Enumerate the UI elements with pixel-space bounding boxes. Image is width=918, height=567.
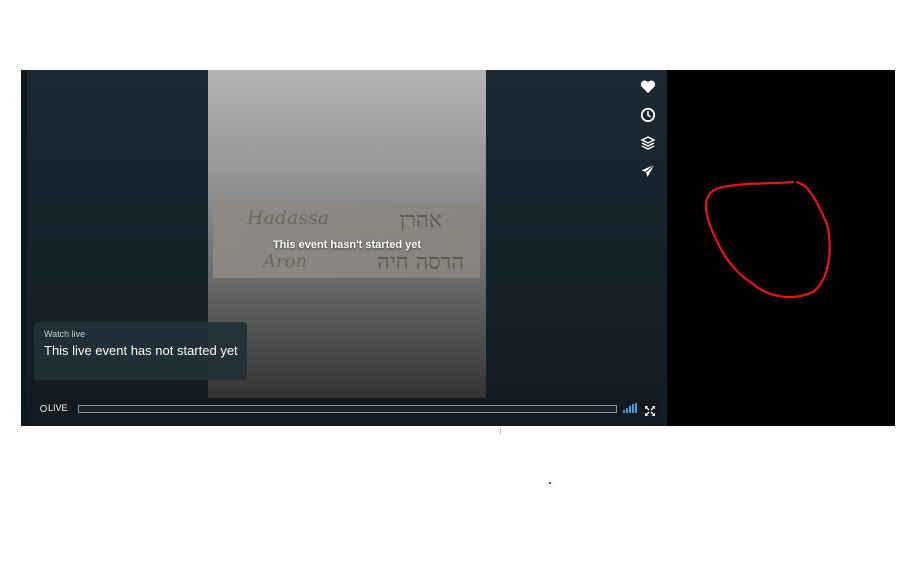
stray-tick-mark	[500, 428, 501, 434]
player-side-actions	[637, 76, 659, 188]
clock-icon[interactable]	[637, 104, 659, 126]
progress-bar[interactable]	[78, 405, 617, 413]
layers-icon[interactable]	[637, 132, 659, 154]
live-event-status-title: This live event has not started yet	[44, 343, 238, 358]
heart-icon[interactable]	[637, 76, 659, 98]
fullscreen-icon[interactable]	[644, 403, 656, 417]
live-label[interactable]: LIVE	[48, 403, 68, 413]
send-icon[interactable]	[637, 160, 659, 182]
watch-live-label: Watch live	[44, 329, 86, 339]
card-name-line-2: Aron	[263, 251, 308, 272]
card-hebrew-line-1: אהרן	[399, 208, 442, 233]
event-not-started-notice: This event hasn't started yet	[272, 239, 422, 251]
live-info-box: Watch live This live event has not start…	[34, 322, 247, 380]
volume-bars-icon[interactable]	[623, 403, 638, 413]
live-indicator-icon	[40, 405, 47, 412]
red-circle-annotation	[704, 180, 831, 299]
video-player[interactable]: Hadassa Aron אהרן הדסה חיה This event ha…	[21, 70, 667, 426]
player-edge	[21, 70, 27, 426]
card-name-line-1: Hadassa	[247, 207, 330, 229]
card-hebrew-line-2: הדסה חיה	[377, 250, 464, 275]
player-controls-bar: LIVE	[34, 398, 660, 418]
stray-red-dot	[549, 482, 551, 484]
